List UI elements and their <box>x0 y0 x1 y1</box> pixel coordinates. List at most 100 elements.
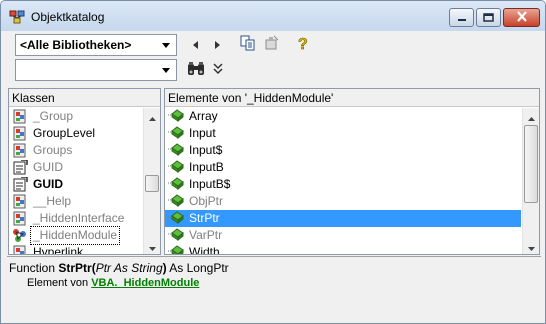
forward-icon <box>214 38 220 52</box>
list-item[interactable]: _HiddenModule <box>9 226 142 245</box>
list-item-label: Hyperlink <box>33 245 84 255</box>
minimize-icon <box>457 11 467 25</box>
signature-return-type: As LongPtr <box>166 261 229 275</box>
scroll-down-button[interactable] <box>144 238 160 254</box>
list-item-label: GUID <box>33 160 63 174</box>
chevron-down-icon[interactable] <box>158 62 174 78</box>
scroll-up-button[interactable] <box>523 108 539 125</box>
list-item-label: GUID <box>33 177 63 191</box>
scroll-thumb[interactable] <box>524 125 538 203</box>
view-definition-icon <box>263 35 279 54</box>
scroll-thumb[interactable] <box>145 175 159 192</box>
list-item[interactable]: Input$ <box>165 142 521 159</box>
list-item[interactable]: ObjPtr <box>165 193 521 210</box>
method-icon <box>168 211 184 226</box>
list-item[interactable]: _HiddenInterface <box>9 210 142 227</box>
toggle-search-results-icon <box>213 62 223 78</box>
list-item[interactable]: __Help <box>9 193 142 210</box>
list-item[interactable]: _Group <box>9 108 142 125</box>
list-item-label: Groups <box>33 143 73 157</box>
search-button[interactable] <box>186 60 206 80</box>
module-icon <box>12 228 28 243</box>
help-icon: ? <box>297 35 309 54</box>
list-item[interactable]: GroupLevel <box>9 125 142 142</box>
class-icon <box>12 194 28 209</box>
search-icon <box>187 61 205 80</box>
chevron-down-icon <box>148 240 156 254</box>
scroll-down-button[interactable] <box>523 238 539 254</box>
chevron-up-icon <box>527 110 535 124</box>
list-item-label: ObjPtr <box>189 194 224 208</box>
method-icon <box>168 228 184 243</box>
classes-scrollbar[interactable] <box>143 108 160 254</box>
chevron-down-icon <box>527 240 535 254</box>
list-item[interactable]: Array <box>165 108 521 125</box>
list-item-label: _Group <box>33 109 74 123</box>
help-button[interactable]: ? <box>293 34 313 54</box>
list-item-label: Array <box>189 109 218 123</box>
list-item[interactable]: VarPtr <box>165 227 521 244</box>
classes-pane: Klassen _Group GroupLevel Groups GUID GUID __… <box>8 88 161 255</box>
details-pane: Function StrPtr(Ptr As String) As LongPt… <box>7 256 541 318</box>
list-item-label: VarPtr <box>189 228 223 242</box>
toggle-search-results-button[interactable] <box>208 60 228 80</box>
list-item[interactable]: InputB <box>165 159 521 176</box>
method-icon <box>168 160 184 175</box>
copy-button[interactable] <box>238 34 258 54</box>
chevron-down-icon[interactable] <box>158 37 174 53</box>
view-definition-button[interactable] <box>261 34 281 54</box>
list-item-label: GroupLevel <box>33 126 96 140</box>
list-item[interactable]: Groups <box>9 142 142 159</box>
class-icon <box>12 211 28 226</box>
minimize-button[interactable] <box>449 8 474 27</box>
list-item[interactable]: Width <box>165 244 521 254</box>
library-combo-value: <Alle Bibliotheken> <box>20 38 132 52</box>
members-list: Array Input Input$ InputB InputB$ ObjPtr StrPt… <box>165 108 521 254</box>
list-item[interactable]: GUID <box>9 176 142 193</box>
chevron-up-icon <box>148 110 156 124</box>
list-item[interactable]: Hyperlink <box>9 244 142 255</box>
forward-button[interactable] <box>207 35 227 55</box>
list-item-label: Input <box>189 126 216 140</box>
classes-list: _Group GroupLevel Groups GUID GUID __Help _Hid… <box>9 108 142 255</box>
member-of-link[interactable]: VBA._HiddenModule <box>91 277 199 289</box>
window-title: Objektkatalog <box>31 10 105 24</box>
member-signature: Function StrPtr(Ptr As String) As LongPt… <box>9 261 229 275</box>
signature-param: Ptr As String <box>95 261 163 275</box>
title-bar[interactable]: Objektkatalog <box>1 1 545 31</box>
list-item[interactable]: InputB$ <box>165 176 521 193</box>
method-icon <box>168 194 184 209</box>
user-type-icon <box>12 159 28 175</box>
list-item-label: _HiddenInterface <box>33 211 125 225</box>
close-button[interactable] <box>503 8 540 27</box>
method-icon <box>168 177 184 192</box>
scroll-up-button[interactable] <box>144 108 160 125</box>
class-icon <box>12 109 28 124</box>
class-icon <box>12 245 28 254</box>
list-item-label: Input$ <box>189 143 223 157</box>
member-of-line: Element von VBA._HiddenModule <box>27 277 199 289</box>
signature-keyword: Function <box>9 261 59 275</box>
class-icon <box>12 126 28 141</box>
maximize-icon <box>483 11 494 25</box>
classes-header[interactable]: Klassen <box>9 89 160 107</box>
list-item[interactable]: Input <box>165 125 521 142</box>
maximize-button[interactable] <box>476 8 501 27</box>
object-browser-icon <box>9 9 25 25</box>
list-item-label: InputB <box>189 160 224 174</box>
class-icon <box>12 143 28 158</box>
list-item[interactable]: StrPtr <box>165 210 521 227</box>
members-scrollbar[interactable] <box>522 108 539 254</box>
method-icon <box>168 245 184 254</box>
list-item[interactable]: GUID <box>9 159 142 176</box>
svg-text:?: ? <box>298 36 308 51</box>
library-combo[interactable]: <Alle Bibliotheken> <box>15 34 177 56</box>
back-button[interactable] <box>186 35 206 55</box>
method-icon <box>168 109 184 124</box>
copy-to-clipboard-icon <box>240 35 256 54</box>
search-combo[interactable] <box>15 59 177 81</box>
members-header[interactable]: Elemente von '_HiddenModule' <box>165 89 539 107</box>
close-icon <box>516 10 528 25</box>
signature-name: StrPtr <box>58 261 92 275</box>
method-icon <box>168 143 184 158</box>
